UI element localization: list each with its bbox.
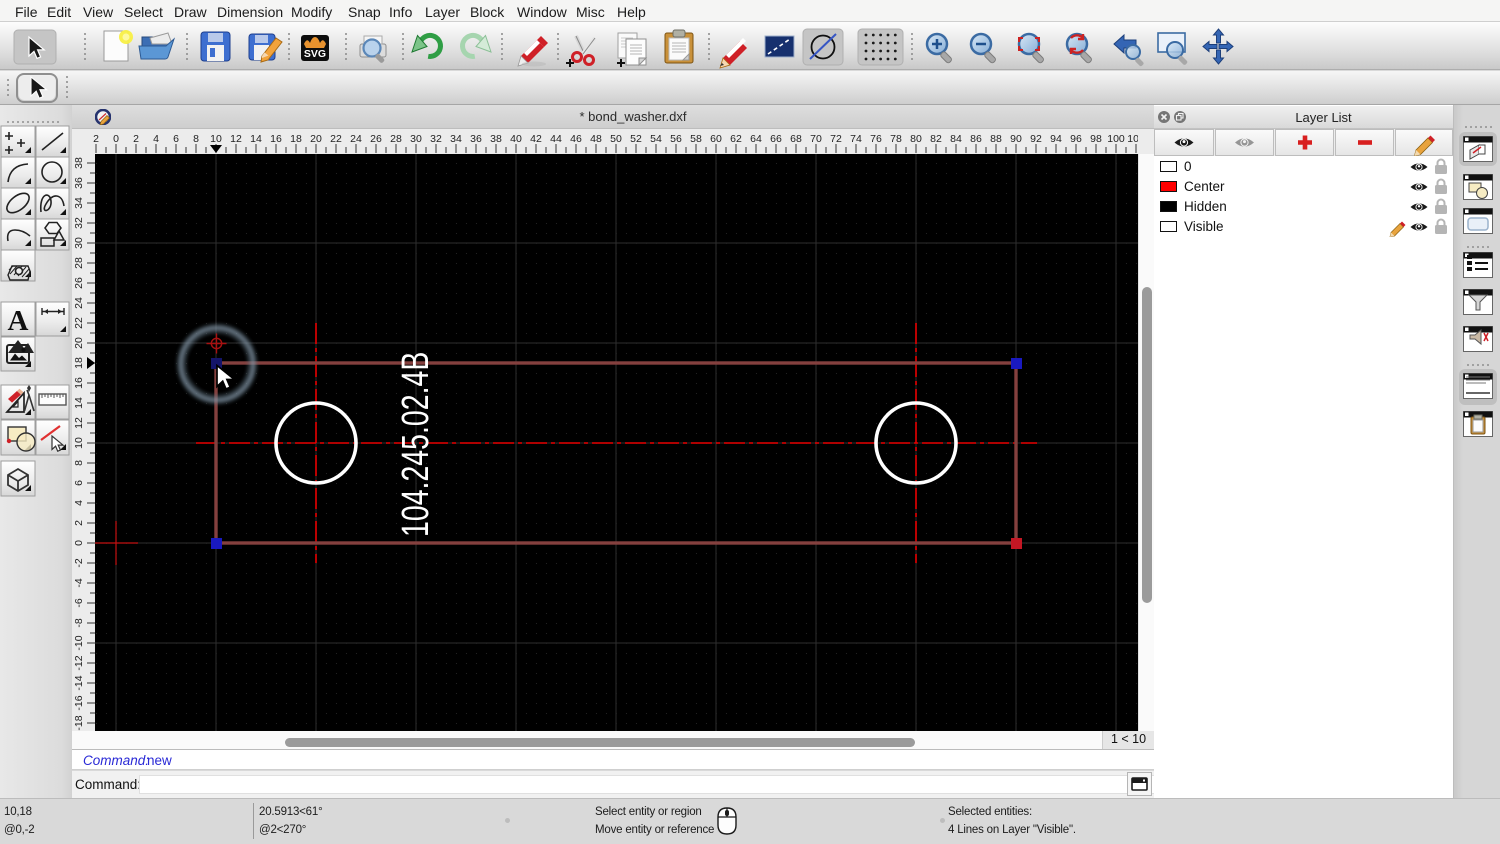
svg-text:68: 68 <box>790 133 802 145</box>
svg-text:86: 86 <box>970 133 982 145</box>
svg-text:8: 8 <box>193 133 199 145</box>
svg-text:18: 18 <box>73 357 85 369</box>
svg-text:4: 4 <box>153 133 159 145</box>
svg-text:-4: -4 <box>73 578 85 587</box>
svg-text:-14: -14 <box>73 675 85 690</box>
svg-text:62: 62 <box>730 133 742 145</box>
svg-text:60: 60 <box>710 133 722 145</box>
svg-text:32: 32 <box>73 217 85 229</box>
svg-text:100: 100 <box>1107 133 1125 145</box>
svg-text:14: 14 <box>73 397 85 409</box>
svg-text:6: 6 <box>73 480 85 486</box>
svg-text:-16: -16 <box>73 695 85 710</box>
svg-text:8: 8 <box>73 460 85 466</box>
svg-text:12: 12 <box>230 133 242 145</box>
svg-text:92: 92 <box>1030 133 1042 145</box>
svg-text:78: 78 <box>890 133 902 145</box>
svg-text:-12: -12 <box>73 655 85 670</box>
svg-text:-10: -10 <box>73 635 85 650</box>
svg-text:82: 82 <box>930 133 942 145</box>
svg-text:A: A <box>8 305 29 337</box>
svg-text:18: 18 <box>290 133 302 145</box>
svg-text:14: 14 <box>250 133 262 145</box>
svg-text:98: 98 <box>1090 133 1102 145</box>
svg-text:34: 34 <box>450 133 462 145</box>
svg-text:-2: -2 <box>73 558 85 567</box>
svg-text:50: 50 <box>610 133 622 145</box>
svg-text:36: 36 <box>470 133 482 145</box>
svg-text:40: 40 <box>510 133 522 145</box>
svg-text:24: 24 <box>350 133 362 145</box>
svg-text:52: 52 <box>630 133 642 145</box>
svg-text:84: 84 <box>950 133 962 145</box>
svg-text:SVG: SVG <box>304 48 326 60</box>
svg-text:88: 88 <box>990 133 1002 145</box>
svg-text:20: 20 <box>73 337 85 349</box>
svg-text:44: 44 <box>550 133 562 145</box>
svg-text:10: 10 <box>73 437 85 449</box>
svg-text:22: 22 <box>330 133 342 145</box>
svg-text:-6: -6 <box>73 598 85 607</box>
svg-text:94: 94 <box>1050 133 1062 145</box>
svg-text:54: 54 <box>650 133 662 145</box>
svg-text:104.245.02.4B: 104.245.02.4B <box>395 352 437 537</box>
svg-text:4: 4 <box>73 500 85 506</box>
svg-text:20: 20 <box>310 133 322 145</box>
svg-text:96: 96 <box>1070 133 1082 145</box>
svg-text:58: 58 <box>690 133 702 145</box>
svg-text:80: 80 <box>910 133 922 145</box>
svg-text:26: 26 <box>370 133 382 145</box>
svg-text:48: 48 <box>590 133 602 145</box>
svg-text:-8: -8 <box>73 618 85 627</box>
svg-text:42: 42 <box>530 133 542 145</box>
svg-text:90: 90 <box>1010 133 1022 145</box>
svg-text:-18: -18 <box>73 715 85 730</box>
svg-text:38: 38 <box>73 157 85 169</box>
svg-text:64: 64 <box>750 133 762 145</box>
svg-text:22: 22 <box>73 317 85 329</box>
svg-text:74: 74 <box>850 133 862 145</box>
svg-text:70: 70 <box>810 133 822 145</box>
svg-text:46: 46 <box>570 133 582 145</box>
svg-text:32: 32 <box>430 133 442 145</box>
svg-text:10: 10 <box>210 133 222 145</box>
svg-text:16: 16 <box>73 377 85 389</box>
svg-text:2: 2 <box>73 520 85 526</box>
svg-text:102: 102 <box>1127 133 1138 145</box>
svg-text:2: 2 <box>133 133 139 145</box>
svg-text:28: 28 <box>390 133 402 145</box>
svg-text:24: 24 <box>73 297 85 309</box>
svg-text:72: 72 <box>830 133 842 145</box>
svg-text:56: 56 <box>670 133 682 145</box>
svg-text:66: 66 <box>770 133 782 145</box>
svg-text:28: 28 <box>73 257 85 269</box>
svg-text:0: 0 <box>73 540 85 546</box>
svg-text:76: 76 <box>870 133 882 145</box>
svg-text:36: 36 <box>73 177 85 189</box>
svg-text:30: 30 <box>73 237 85 249</box>
svg-text:6: 6 <box>173 133 179 145</box>
svg-text:26: 26 <box>73 277 85 289</box>
svg-text:12: 12 <box>73 417 85 429</box>
svg-text:34: 34 <box>73 197 85 209</box>
svg-text:16: 16 <box>270 133 282 145</box>
svg-text:30: 30 <box>410 133 422 145</box>
svg-text:38: 38 <box>490 133 502 145</box>
svg-text:0: 0 <box>113 133 119 145</box>
svg-text:2: 2 <box>93 133 99 145</box>
